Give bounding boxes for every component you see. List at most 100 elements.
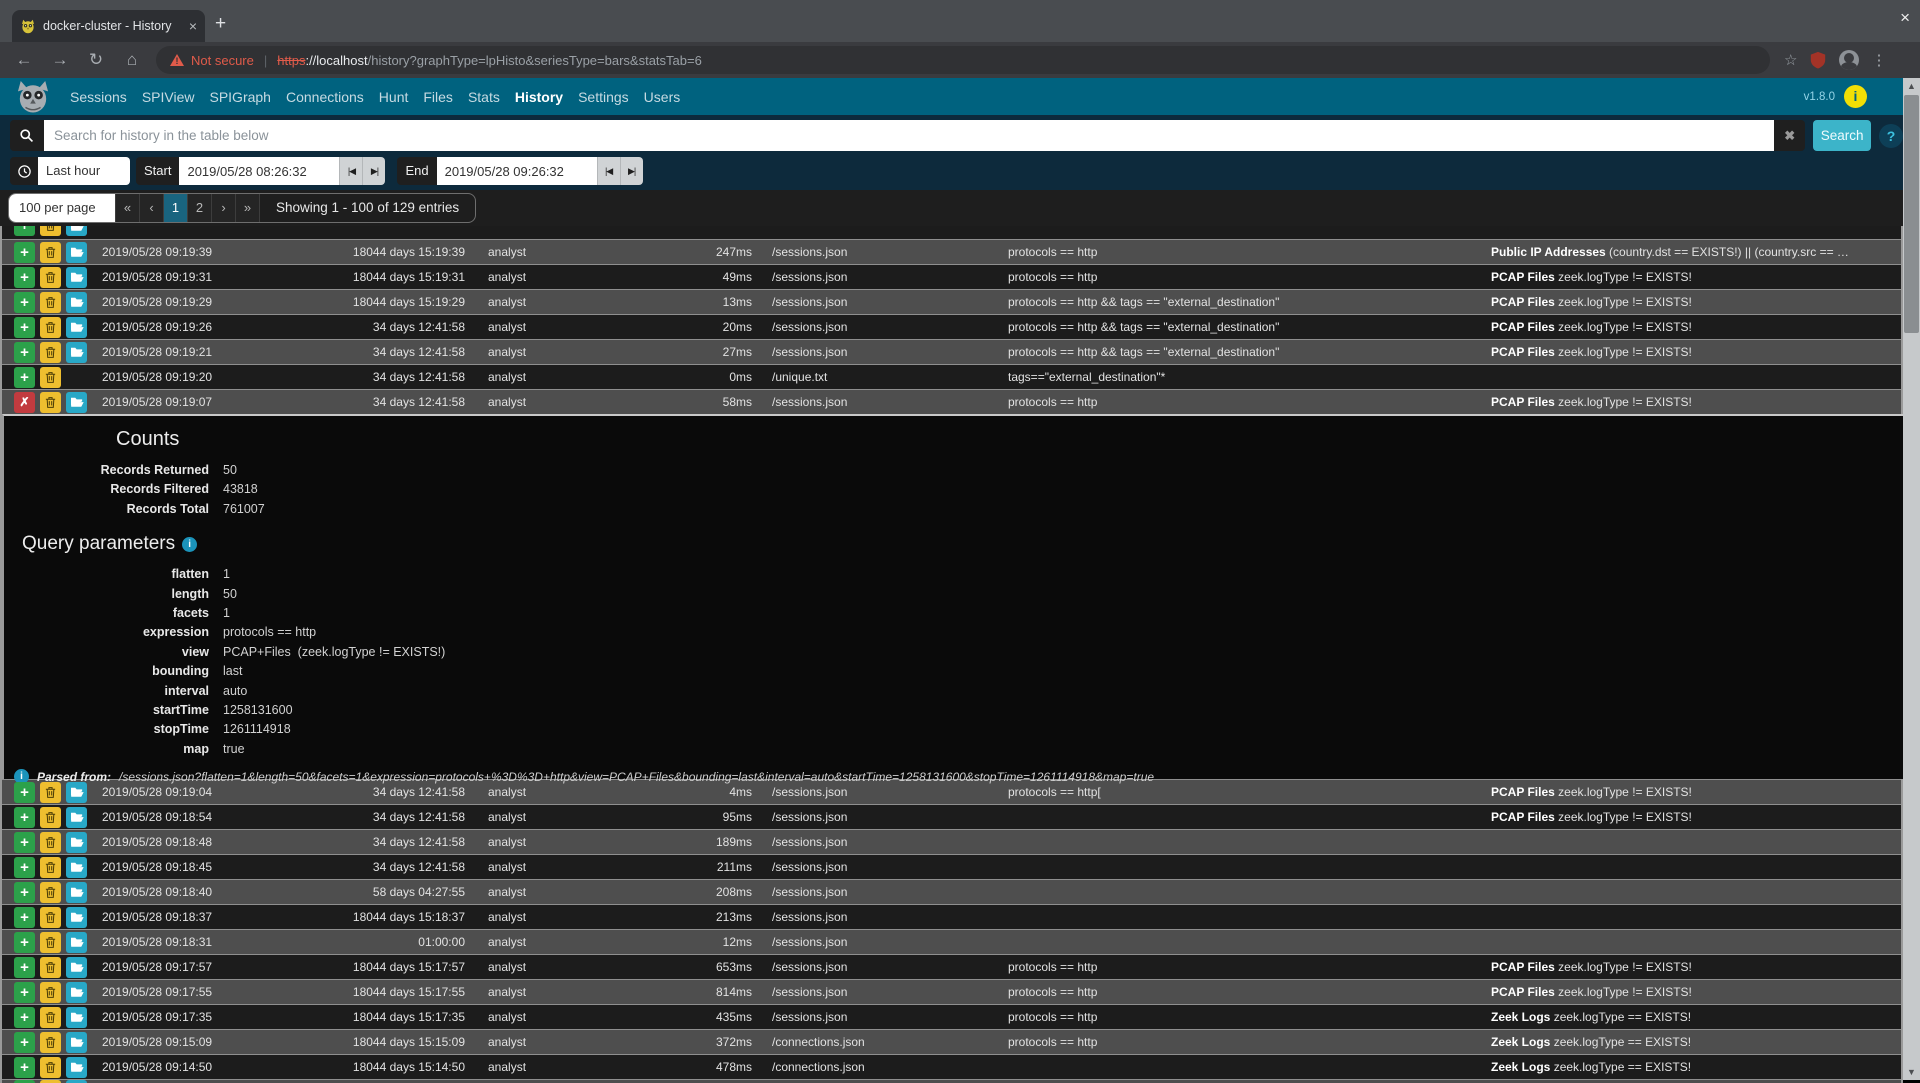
query-parameters-info-icon[interactable]: i (182, 537, 197, 552)
page-size-select[interactable]: 100 per page (9, 193, 115, 223)
expand-row-icon[interactable]: + (14, 782, 35, 803)
expand-row-icon[interactable]: + (14, 226, 35, 236)
open-query-icon[interactable] (66, 882, 87, 903)
help-icon[interactable]: ? (1879, 124, 1903, 148)
delete-entry-icon[interactable] (40, 292, 61, 313)
expand-row-icon[interactable]: + (14, 1057, 35, 1078)
expand-row-icon[interactable]: + (14, 907, 35, 928)
delete-entry-icon[interactable] (40, 317, 61, 338)
expand-row-icon[interactable]: + (14, 807, 35, 828)
open-query-icon[interactable] (66, 267, 87, 288)
new-tab-button[interactable]: + (215, 14, 226, 33)
open-query-icon[interactable] (66, 226, 87, 236)
open-query-icon[interactable] (66, 982, 87, 1003)
pager-next-button[interactable]: › (211, 193, 235, 223)
home-icon[interactable]: ⌂ (114, 50, 150, 70)
nav-item-spigraph[interactable]: SPIGraph (209, 89, 270, 105)
open-query-icon[interactable] (66, 907, 87, 928)
pager-first-button[interactable]: « (115, 193, 139, 223)
delete-entry-icon[interactable] (40, 226, 61, 236)
open-query-icon[interactable] (66, 1007, 87, 1028)
scrollbar-thumb[interactable] (1904, 95, 1919, 333)
nav-item-hunt[interactable]: Hunt (379, 89, 409, 105)
collapse-row-icon[interactable]: ✗ (14, 392, 35, 413)
nav-item-spiview[interactable]: SPIView (142, 89, 195, 105)
delete-entry-icon[interactable] (40, 957, 61, 978)
end-time-input[interactable] (437, 157, 597, 185)
open-query-icon[interactable] (66, 782, 87, 803)
expand-row-icon[interactable]: + (14, 957, 35, 978)
search-button[interactable]: Search (1813, 120, 1871, 151)
delete-entry-icon[interactable] (40, 782, 61, 803)
open-query-icon[interactable] (66, 857, 87, 878)
delete-entry-icon[interactable] (40, 392, 61, 413)
expand-row-icon[interactable]: + (14, 342, 35, 363)
time-preset-select[interactable]: Last hour (38, 157, 130, 185)
start-time-input[interactable] (179, 157, 339, 185)
open-query-icon[interactable] (66, 342, 87, 363)
open-query-icon[interactable] (66, 317, 87, 338)
pager-prev-button[interactable]: ‹ (139, 193, 163, 223)
nav-item-users[interactable]: Users (644, 89, 681, 105)
open-query-icon[interactable] (66, 292, 87, 313)
forward-icon[interactable]: → (42, 50, 78, 70)
nav-item-history[interactable]: History (515, 89, 563, 105)
delete-entry-icon[interactable] (40, 882, 61, 903)
pager-page-1[interactable]: 1 (163, 193, 187, 223)
delete-entry-icon[interactable] (40, 342, 61, 363)
expand-row-icon[interactable]: + (14, 857, 35, 878)
app-info-icon[interactable]: i (1844, 85, 1867, 108)
delete-entry-icon[interactable] (40, 832, 61, 853)
end-skip-begin-icon[interactable]: |◀ (597, 157, 620, 185)
delete-entry-icon[interactable] (40, 857, 61, 878)
delete-entry-icon[interactable] (40, 242, 61, 263)
nav-item-sessions[interactable]: Sessions (70, 89, 127, 105)
expand-row-icon[interactable]: + (14, 242, 35, 263)
nav-item-settings[interactable]: Settings (578, 89, 629, 105)
page-scrollbar[interactable]: ▲ ▼ (1903, 78, 1920, 1080)
expand-row-icon[interactable]: + (14, 367, 35, 388)
expand-row-icon[interactable]: + (14, 1032, 35, 1053)
delete-entry-icon[interactable] (40, 982, 61, 1003)
expand-row-icon[interactable]: + (14, 932, 35, 953)
scrollbar-up-icon[interactable]: ▲ (1903, 78, 1920, 94)
pager-page-2[interactable]: 2 (187, 193, 211, 223)
delete-entry-icon[interactable] (40, 907, 61, 928)
expand-row-icon[interactable]: + (14, 982, 35, 1003)
nav-item-connections[interactable]: Connections (286, 89, 364, 105)
delete-entry-icon[interactable] (40, 1007, 61, 1028)
url-address-bar[interactable]: ! Not secure | https://localhost/history… (156, 46, 1770, 74)
back-icon[interactable]: ← (6, 50, 42, 70)
window-close-icon[interactable]: × (1900, 8, 1910, 28)
tab-close-icon[interactable]: × (189, 18, 197, 34)
browser-menu-icon[interactable]: ⋮ (1871, 51, 1886, 69)
pager-last-button[interactable]: » (235, 193, 259, 223)
open-query-icon[interactable] (66, 392, 87, 413)
expand-row-icon[interactable]: + (14, 1007, 35, 1028)
open-query-icon[interactable] (66, 1057, 87, 1078)
browser-tab[interactable]: docker-cluster - History × (12, 10, 205, 42)
delete-entry-icon[interactable] (40, 807, 61, 828)
clear-search-icon[interactable]: ✖ (1774, 120, 1805, 151)
delete-entry-icon[interactable] (40, 367, 61, 388)
delete-entry-icon[interactable] (40, 932, 61, 953)
ublock-extension-icon[interactable] (1809, 51, 1827, 69)
expand-row-icon[interactable]: + (14, 317, 35, 338)
expand-row-icon[interactable]: + (14, 292, 35, 313)
end-skip-end-icon[interactable]: ▶| (620, 157, 643, 185)
expand-row-icon[interactable]: + (14, 832, 35, 853)
open-query-icon[interactable] (66, 832, 87, 853)
open-query-icon[interactable] (66, 932, 87, 953)
open-query-icon[interactable] (66, 807, 87, 828)
nav-item-files[interactable]: Files (423, 89, 453, 105)
open-query-icon[interactable] (66, 1032, 87, 1053)
nav-item-stats[interactable]: Stats (468, 89, 500, 105)
open-query-icon[interactable] (66, 957, 87, 978)
start-skip-end-icon[interactable]: ▶| (362, 157, 385, 185)
expand-row-icon[interactable]: + (14, 882, 35, 903)
bookmark-star-icon[interactable]: ☆ (1784, 51, 1797, 69)
scrollbar-down-icon[interactable]: ▼ (1903, 1064, 1920, 1080)
delete-entry-icon[interactable] (40, 1057, 61, 1078)
profile-avatar-icon[interactable] (1839, 50, 1859, 70)
reload-icon[interactable]: ↻ (78, 50, 114, 70)
